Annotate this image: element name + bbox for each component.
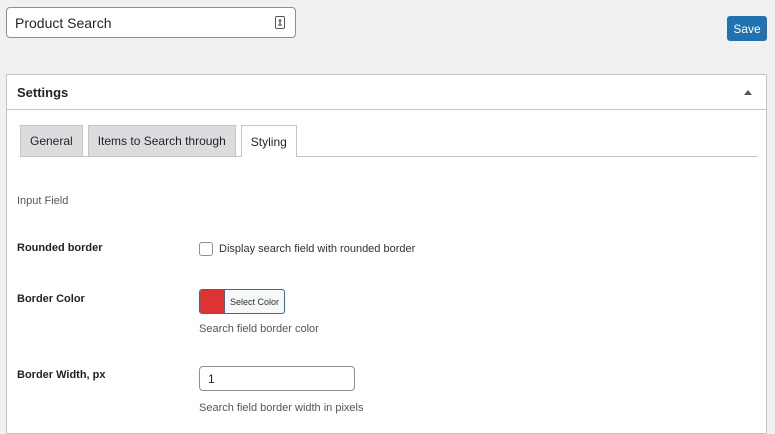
post-title-field[interactable] (6, 7, 296, 38)
tab-styling[interactable]: Styling (240, 125, 297, 157)
key-card-icon[interactable] (273, 15, 287, 31)
settings-tabs: General Items to Search through Styling (20, 125, 758, 157)
save-button[interactable]: Save (727, 16, 767, 41)
caret-up-icon[interactable] (740, 84, 756, 100)
rounded-border-checkbox[interactable] (199, 242, 213, 256)
tab-items-to-search-through[interactable]: Items to Search through (87, 125, 236, 156)
settings-panel: Settings General Items to Search through… (6, 74, 767, 434)
select-color-label: Select Color (229, 296, 280, 307)
select-color-button[interactable]: Select Color (199, 289, 285, 314)
border-width-description: Search field border width in pixels (199, 402, 364, 414)
border-width-label: Border Width, px (17, 369, 106, 381)
settings-panel-title: Settings (17, 84, 69, 100)
settings-panel-header: Settings (7, 75, 766, 110)
rounded-border-label: Rounded border (17, 242, 103, 254)
section-title-input-field: Input Field (17, 195, 69, 207)
rounded-border-option: Display search field with rounded border (199, 242, 415, 256)
rounded-border-checkbox-label[interactable]: Display search field with rounded border (219, 243, 415, 255)
color-swatch (200, 290, 225, 313)
post-title-input[interactable] (15, 14, 273, 31)
tab-general[interactable]: General (20, 125, 83, 156)
border-color-description: Search field border color (199, 323, 319, 335)
border-color-label: Border Color (17, 293, 85, 305)
border-width-input[interactable] (199, 366, 355, 391)
